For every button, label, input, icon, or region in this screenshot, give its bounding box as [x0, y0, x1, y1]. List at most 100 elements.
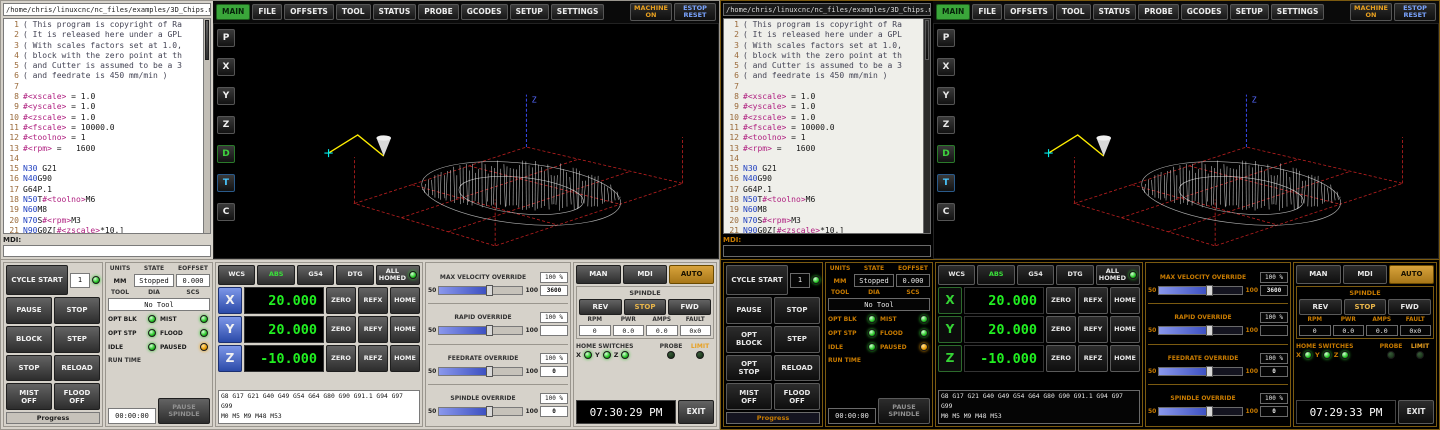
mdi-mode-button[interactable]: MDI	[623, 265, 668, 284]
slider-handle[interactable]	[1206, 325, 1213, 336]
menu-offsets[interactable]: OFFSETS	[284, 4, 334, 20]
view-x-button[interactable]: X	[217, 58, 235, 76]
menu-gcodes[interactable]: GCODES	[461, 4, 508, 20]
wcs-button[interactable]: WCS	[938, 265, 975, 285]
spindle-fwd-button[interactable]: FWD	[1388, 299, 1431, 315]
pause-spindle-button[interactable]: PAUSE SPINDLE	[878, 398, 930, 424]
spindle-rev-button[interactable]: REV	[579, 299, 622, 315]
home-x-button[interactable]: HOME	[1110, 287, 1140, 314]
home-y-button[interactable]: HOME	[390, 316, 420, 343]
feedrate-override-slider[interactable]	[438, 367, 523, 376]
cycle-start-button[interactable]: CYCLE START	[6, 265, 68, 295]
gcode-listing[interactable]: 1( This program is copyright of Ra 2( It…	[723, 18, 931, 234]
menu-main[interactable]: MAIN	[216, 4, 250, 20]
refy-button[interactable]: REFY	[1078, 316, 1108, 343]
mdi-input[interactable]	[3, 245, 211, 257]
spindle-override-slider[interactable]	[1158, 407, 1243, 416]
menu-setup[interactable]: SETUP	[510, 4, 549, 20]
axis-x-button[interactable]: X	[218, 287, 242, 314]
slider-handle[interactable]	[1206, 285, 1213, 296]
home-y-button[interactable]: HOME	[1110, 316, 1140, 343]
zero-x-button[interactable]: ZERO	[326, 287, 356, 314]
machine-on-button[interactable]: MACHINE ON	[630, 3, 672, 21]
zero-z-button[interactable]: ZERO	[326, 345, 356, 372]
home-z-button[interactable]: HOME	[390, 345, 420, 372]
g54-button[interactable]: G54	[297, 265, 334, 285]
slider-handle[interactable]	[1206, 406, 1213, 417]
menu-probe[interactable]: PROBE	[418, 4, 459, 20]
abs-button[interactable]: ABS	[977, 265, 1014, 285]
step-button[interactable]: STEP	[54, 326, 100, 353]
rapid-override-slider[interactable]	[1158, 326, 1243, 335]
view-tool-button[interactable]: T	[217, 174, 235, 192]
pause-button[interactable]: PAUSE	[6, 297, 52, 324]
mdi-mode-button[interactable]: MDI	[1343, 265, 1388, 284]
zero-x-button[interactable]: ZERO	[1046, 287, 1076, 314]
spindle-fwd-button[interactable]: FWD	[668, 299, 711, 315]
scrollbar-thumb[interactable]	[925, 20, 929, 60]
exit-button[interactable]: EXIT	[678, 400, 714, 424]
max-velocity-slider[interactable]	[1158, 286, 1243, 295]
menu-gcodes[interactable]: GCODES	[1181, 4, 1228, 20]
estop-reset-button[interactable]: ESTOP RESET	[1394, 3, 1436, 21]
opt-block-button[interactable]: OPT BLOCK	[726, 326, 772, 353]
slider-handle[interactable]	[486, 325, 493, 336]
estop-reset-button[interactable]: ESTOP RESET	[674, 3, 716, 21]
feedrate-override-slider[interactable]	[1158, 367, 1243, 376]
axis-y-button[interactable]: Y	[938, 316, 962, 343]
view-tool-button[interactable]: T	[937, 174, 955, 192]
zero-z-button[interactable]: ZERO	[1046, 345, 1076, 372]
opt-block-button[interactable]: BLOCK	[6, 326, 52, 353]
view-dimensions-button[interactable]: D	[937, 145, 955, 163]
toolpath-preview-area[interactable]: P X Y Z D T C	[213, 23, 719, 259]
max-velocity-slider[interactable]	[438, 286, 523, 295]
refy-button[interactable]: REFY	[358, 316, 388, 343]
spindle-rev-button[interactable]: REV	[1299, 299, 1342, 315]
slider-handle[interactable]	[486, 366, 493, 377]
machine-on-button[interactable]: MACHINE ON	[1350, 3, 1392, 21]
spindle-stop-button[interactable]: STOP	[624, 299, 667, 315]
exit-button[interactable]: EXIT	[1398, 400, 1434, 424]
menu-file[interactable]: FILE	[972, 4, 1002, 20]
pause-spindle-button[interactable]: PAUSE SPINDLE	[158, 398, 210, 424]
menu-probe[interactable]: PROBE	[1138, 4, 1179, 20]
axis-z-button[interactable]: Z	[938, 345, 962, 372]
refz-button[interactable]: REFZ	[1078, 345, 1108, 372]
man-mode-button[interactable]: MAN	[576, 265, 621, 284]
stop-button[interactable]: STOP	[54, 297, 100, 324]
pause-button[interactable]: PAUSE	[726, 297, 772, 324]
slider-handle[interactable]	[486, 285, 493, 296]
file-path-bar[interactable]: /home/chris/linuxcnc/nc_files/examples/3…	[3, 3, 211, 16]
view-clear-button[interactable]: C	[937, 203, 955, 221]
refx-button[interactable]: REFX	[358, 287, 388, 314]
zero-y-button[interactable]: ZERO	[326, 316, 356, 343]
menu-offsets[interactable]: OFFSETS	[1004, 4, 1054, 20]
gcode-scrollbar[interactable]	[203, 19, 210, 233]
toolpath-3d-view[interactable]: Z	[934, 24, 1438, 258]
view-z-button[interactable]: Z	[217, 116, 235, 134]
gcode-scrollbar[interactable]	[923, 19, 930, 233]
step-button[interactable]: STEP	[774, 326, 820, 353]
mdi-input[interactable]	[723, 245, 931, 257]
opt-stop-button[interactable]: OPT STOP	[726, 355, 772, 382]
auto-mode-button[interactable]: AUTO	[669, 265, 714, 284]
menu-file[interactable]: FILE	[252, 4, 282, 20]
view-z-button[interactable]: Z	[937, 116, 955, 134]
scrollbar-thumb[interactable]	[205, 20, 209, 60]
auto-mode-button[interactable]: AUTO	[1389, 265, 1434, 284]
cycle-start-counter[interactable]: 1	[70, 273, 90, 288]
toolpath-preview-area[interactable]: P X Y Z D T C	[933, 23, 1439, 259]
slider-handle[interactable]	[486, 406, 493, 417]
mist-off-button[interactable]: MIST OFF	[6, 383, 52, 410]
axis-z-button[interactable]: Z	[218, 345, 242, 372]
menu-settings[interactable]: SETTINGS	[1271, 4, 1325, 20]
slider-handle[interactable]	[1206, 366, 1213, 377]
view-x-button[interactable]: X	[937, 58, 955, 76]
view-dimensions-button[interactable]: D	[217, 145, 235, 163]
all-homed-button[interactable]: ALL HOMED	[376, 265, 420, 285]
menu-main[interactable]: MAIN	[936, 4, 970, 20]
refx-button[interactable]: REFX	[1078, 287, 1108, 314]
zero-y-button[interactable]: ZERO	[1046, 316, 1076, 343]
abs-button[interactable]: ABS	[257, 265, 294, 285]
stop-button[interactable]: STOP	[774, 297, 820, 324]
